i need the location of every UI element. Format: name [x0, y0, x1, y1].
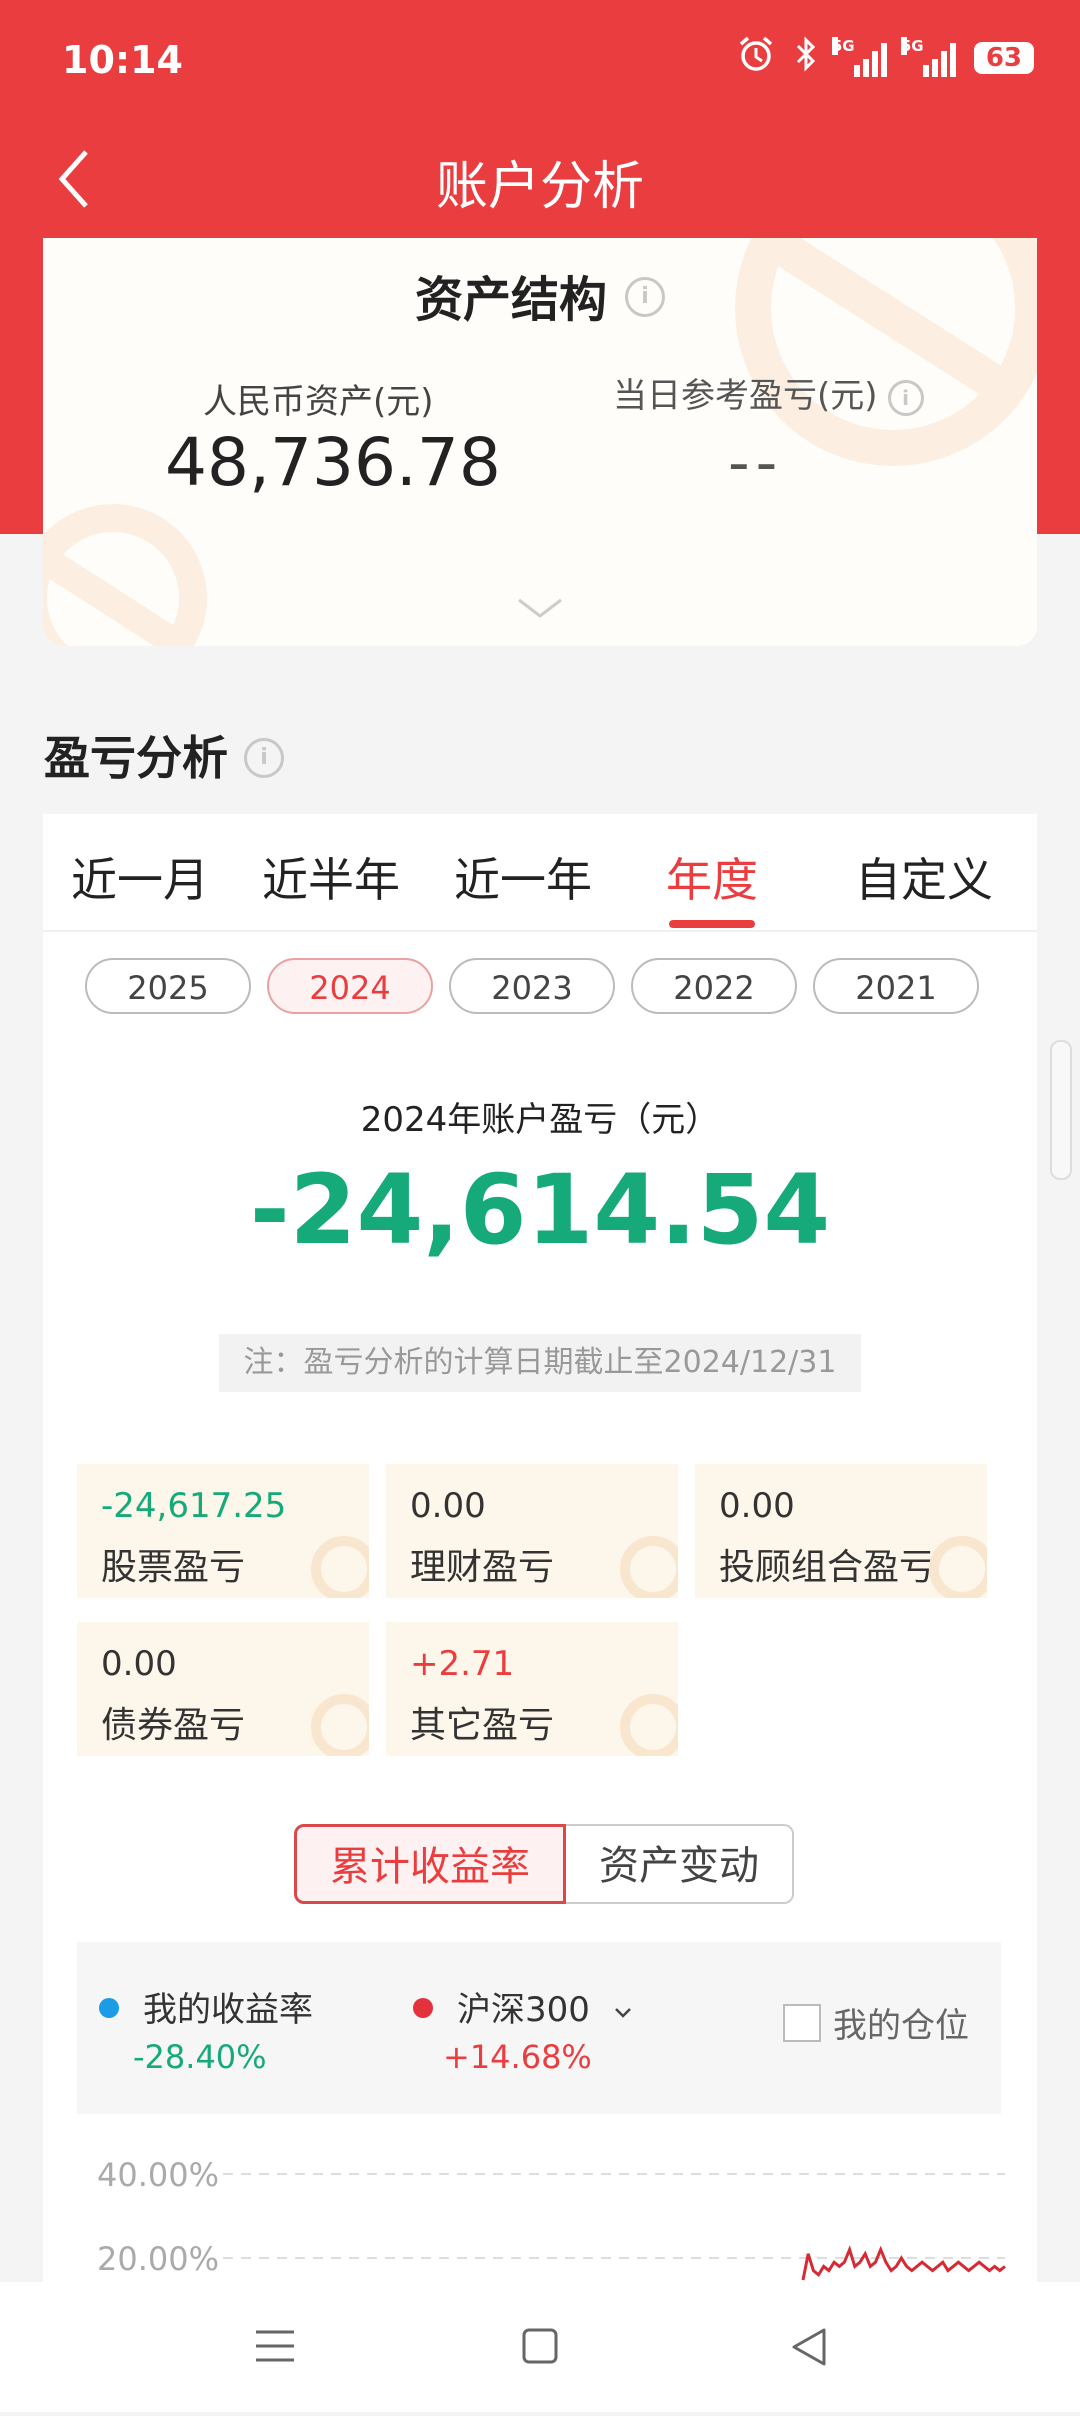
pl-item-value: 0.00	[410, 1486, 486, 1526]
bluetooth-icon	[794, 35, 818, 81]
year-selector: 2025 2024 2023 2022 2021	[85, 958, 979, 1014]
index-label: 沪深300	[457, 1990, 590, 2030]
index-selector[interactable]: 沪深300	[457, 1982, 635, 2031]
daily-pl-label: 当日参考盈亏(元) i	[613, 368, 924, 417]
return-chart: 40.00% 20.00%	[43, 2144, 1037, 2282]
pl-item-value: +2.71	[410, 1644, 515, 1684]
signal-icon-1: 5G	[831, 37, 887, 77]
asset-structure-title-text: 资产结构	[414, 272, 607, 328]
watermark-logo	[620, 1694, 678, 1756]
home-icon	[522, 2328, 558, 2364]
watermark-logo	[311, 1536, 369, 1598]
chevron-down-icon[interactable]	[515, 596, 565, 620]
chevron-down-icon	[614, 2008, 631, 2018]
position-label: 我的仓位	[833, 2006, 969, 2046]
year-chip-2021[interactable]: 2021	[813, 958, 979, 1014]
active-tab-indicator	[669, 920, 755, 928]
chart-mode-toggle: 累计收益率 资产变动	[294, 1824, 794, 1904]
nav-bar: 账户分析	[0, 124, 1080, 234]
position-checkbox[interactable]	[783, 2004, 821, 2042]
pl-item-wealth[interactable]: 0.00 理财盈亏	[386, 1464, 678, 1598]
system-nav-bar	[0, 2282, 1080, 2412]
status-time: 10:14	[62, 38, 183, 82]
my-return-label: 我的收益率	[143, 1990, 313, 2030]
year-chip-2022[interactable]: 2022	[631, 958, 797, 1014]
info-icon[interactable]: i	[887, 379, 924, 416]
signal-icon-2: 5G	[900, 37, 956, 77]
asset-change-button[interactable]: 资产变动	[566, 1824, 794, 1904]
tab-custom[interactable]: 自定义	[855, 844, 993, 910]
tab-last-month[interactable]: 近一月	[71, 844, 209, 910]
rmb-asset-value: 48,736.78	[165, 424, 501, 501]
year-chip-2023[interactable]: 2023	[449, 958, 615, 1014]
my-return-value: -28.40%	[133, 2038, 267, 2076]
page-title: 账户分析	[435, 157, 644, 217]
pl-item-label: 其它盈亏	[410, 1705, 555, 1746]
pl-item-value: -24,617.25	[101, 1486, 287, 1526]
calculation-note: 注：盈亏分析的计算日期截止至2024/12/31	[219, 1334, 861, 1392]
pl-item-label: 投顾组合盈亏	[719, 1547, 936, 1588]
pl-item-bond[interactable]: 0.00 债券盈亏	[77, 1622, 369, 1756]
pl-item-label: 债券盈亏	[101, 1705, 246, 1746]
daily-pl-value: --	[728, 428, 784, 498]
pl-item-stock[interactable]: -24,617.25 股票盈亏	[77, 1464, 369, 1598]
menu-button[interactable]	[214, 2282, 334, 2412]
scrollbar[interactable]	[1050, 1040, 1072, 1180]
watermark-logo	[43, 504, 207, 646]
index-value: +14.68%	[443, 2038, 592, 2076]
menu-icon	[256, 2330, 294, 2362]
pl-item-value: 0.00	[101, 1644, 177, 1684]
pl-item-advisory[interactable]: 0.00 投顾组合盈亏	[695, 1464, 987, 1598]
chart-legend: 我的收益率 -28.40% 沪深300 +14.68% 我的仓位	[77, 1942, 1001, 2114]
total-pl-value: -24,614.54	[249, 1154, 831, 1266]
network-type-label: 5G	[831, 37, 855, 55]
info-icon[interactable]: i	[244, 737, 284, 778]
cumulative-return-button[interactable]: 累计收益率	[294, 1824, 566, 1904]
daily-pl-label-text: 当日参考盈亏(元)	[613, 376, 878, 416]
y-tick-label: 40.00%	[97, 2156, 219, 2194]
tab-last-year[interactable]: 近一年	[454, 844, 592, 910]
triangle-back-icon	[792, 2328, 826, 2366]
info-icon[interactable]: i	[625, 277, 665, 317]
pl-item-label: 理财盈亏	[410, 1547, 555, 1588]
asset-structure-title: 资产结构 i	[43, 260, 1037, 330]
pl-item-value: 0.00	[719, 1486, 795, 1526]
pl-section-title-text: 盈亏分析	[44, 731, 228, 785]
watermark-logo	[311, 1694, 369, 1756]
pl-item-other[interactable]: +2.71 其它盈亏	[386, 1622, 678, 1756]
asset-structure-card: 资产结构 i 人民币资产(元) 48,736.78 当日参考盈亏(元) i --	[43, 238, 1037, 646]
pl-item-label: 股票盈亏	[101, 1547, 246, 1588]
alarm-icon	[736, 34, 776, 82]
total-pl-label: 2024年账户盈亏（元）	[360, 1100, 720, 1140]
network-type-label: 5G	[900, 37, 924, 55]
back-system-button[interactable]	[748, 2282, 868, 2412]
status-icons: 5G 5G 63	[736, 34, 1034, 82]
watermark-logo	[929, 1536, 987, 1598]
pl-section-title: 盈亏分析 i	[44, 722, 284, 788]
year-chip-2024[interactable]: 2024	[267, 958, 433, 1014]
tab-last-half-year[interactable]: 近半年	[262, 844, 400, 910]
home-button[interactable]	[480, 2282, 600, 2412]
index-series-line	[801, 2245, 1006, 2281]
year-chip-2025[interactable]: 2025	[85, 958, 251, 1014]
pl-panel: 近一月 近半年 近一年 年度 自定义 2025 2024 2023 2022 2…	[43, 814, 1037, 2282]
period-tabs: 近一月 近半年 近一年 年度 自定义	[43, 814, 1037, 932]
tab-annual[interactable]: 年度	[666, 844, 758, 910]
battery-icon: 63	[973, 42, 1034, 74]
index-dot	[413, 1998, 433, 2018]
y-tick-label: 20.00%	[97, 2240, 219, 2278]
rmb-asset-label: 人民币资产(元)	[203, 382, 434, 422]
return-chart-svg: 40.00% 20.00%	[97, 2156, 1006, 2281]
my-return-dot	[99, 1998, 119, 2018]
watermark-logo	[620, 1536, 678, 1598]
status-bar: 10:14 5G 5G 63	[0, 0, 1080, 124]
